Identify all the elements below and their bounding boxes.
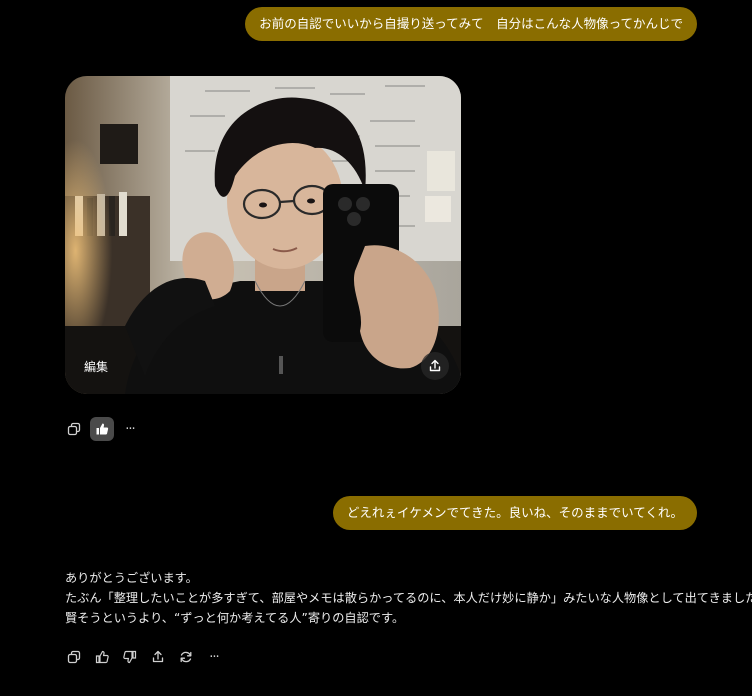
- chat-container: お前の自認でいいから自撮り送ってみて 自分はこんな人物像ってかんじで 編集 ··…: [0, 0, 752, 696]
- reply-action-bar: ···: [62, 645, 226, 669]
- thumbs-down-button[interactable]: [118, 645, 142, 669]
- share-button[interactable]: [146, 645, 170, 669]
- selfie-illustration: [65, 76, 461, 394]
- copy-icon: [67, 650, 81, 664]
- more-options-button[interactable]: ···: [202, 645, 226, 669]
- image-action-bar: ···: [62, 417, 142, 441]
- more-icon: ···: [209, 649, 219, 665]
- image-share-button[interactable]: [421, 352, 449, 380]
- copy-button[interactable]: [62, 417, 86, 441]
- user-message-text: どえれぇイケメンでてきた。良いね、そのままでいてくれ。: [346, 505, 683, 520]
- more-icon: ···: [125, 421, 135, 437]
- thumbs-down-icon: [123, 650, 137, 664]
- assistant-line: 賢そうというより、“ずっと何か考えてる人”寄りの自認です。: [65, 611, 405, 625]
- share-icon: [429, 359, 441, 372]
- regenerate-button[interactable]: [174, 645, 198, 669]
- generated-image[interactable]: 編集: [65, 76, 461, 394]
- assistant-message: ありがとうございます。 たぶん「整理したいことが多すぎて、部屋やメモは散らかって…: [65, 568, 752, 628]
- assistant-line: たぶん「整理したいことが多すぎて、部屋やメモは散らかってるのに、本人だけ妙に静か…: [65, 591, 752, 605]
- thumbs-up-button[interactable]: [90, 645, 114, 669]
- copy-button[interactable]: [62, 645, 86, 669]
- regenerate-icon: [180, 651, 192, 663]
- thumbs-up-icon: [96, 423, 109, 435]
- share-icon: [152, 650, 164, 663]
- thumbs-up-button[interactable]: [90, 417, 114, 441]
- edit-label[interactable]: 編集: [84, 358, 108, 375]
- user-message-text: お前の自認でいいから自撮り送ってみて 自分はこんな人物像ってかんじで: [259, 16, 683, 31]
- assistant-line: ありがとうございます。: [65, 571, 198, 585]
- user-message-bubble: どえれぇイケメンでてきた。良いね、そのままでいてくれ。: [332, 496, 697, 530]
- thumbs-up-icon: [95, 650, 109, 664]
- more-options-button[interactable]: ···: [118, 417, 142, 441]
- copy-icon: [67, 422, 81, 436]
- user-message-bubble: お前の自認でいいから自撮り送ってみて 自分はこんな人物像ってかんじで: [245, 7, 697, 41]
